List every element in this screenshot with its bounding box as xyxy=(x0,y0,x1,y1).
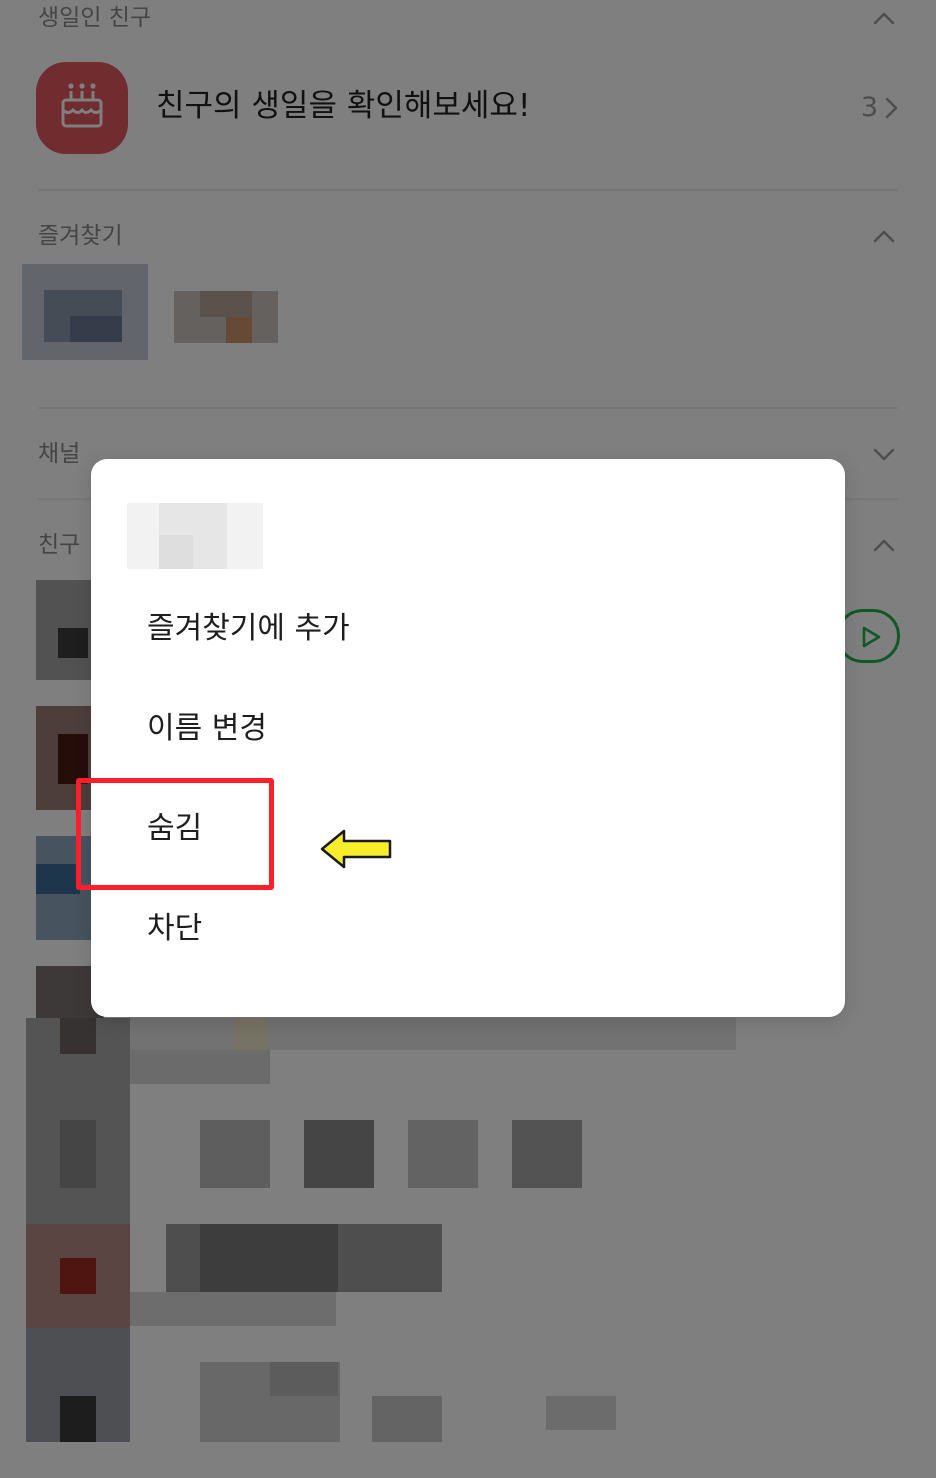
menu-rename[interactable]: 이름 변경 xyxy=(91,679,845,779)
highlight-box xyxy=(76,778,274,890)
menu-item-label: 즐겨찾기에 추가 xyxy=(147,611,350,646)
menu-item-label: 이름 변경 xyxy=(147,711,267,746)
menu-add-favorite[interactable]: 즐겨찾기에 추가 xyxy=(91,579,845,679)
friend-name-blur xyxy=(127,503,263,569)
menu-block[interactable]: 차단 xyxy=(91,879,845,979)
arrow-left-icon xyxy=(320,829,392,869)
menu-item-label: 차단 xyxy=(147,911,203,946)
friend-context-menu: 즐겨찾기에 추가 이름 변경 숨김 차단 xyxy=(91,459,845,1017)
name-blur-block xyxy=(159,535,193,569)
